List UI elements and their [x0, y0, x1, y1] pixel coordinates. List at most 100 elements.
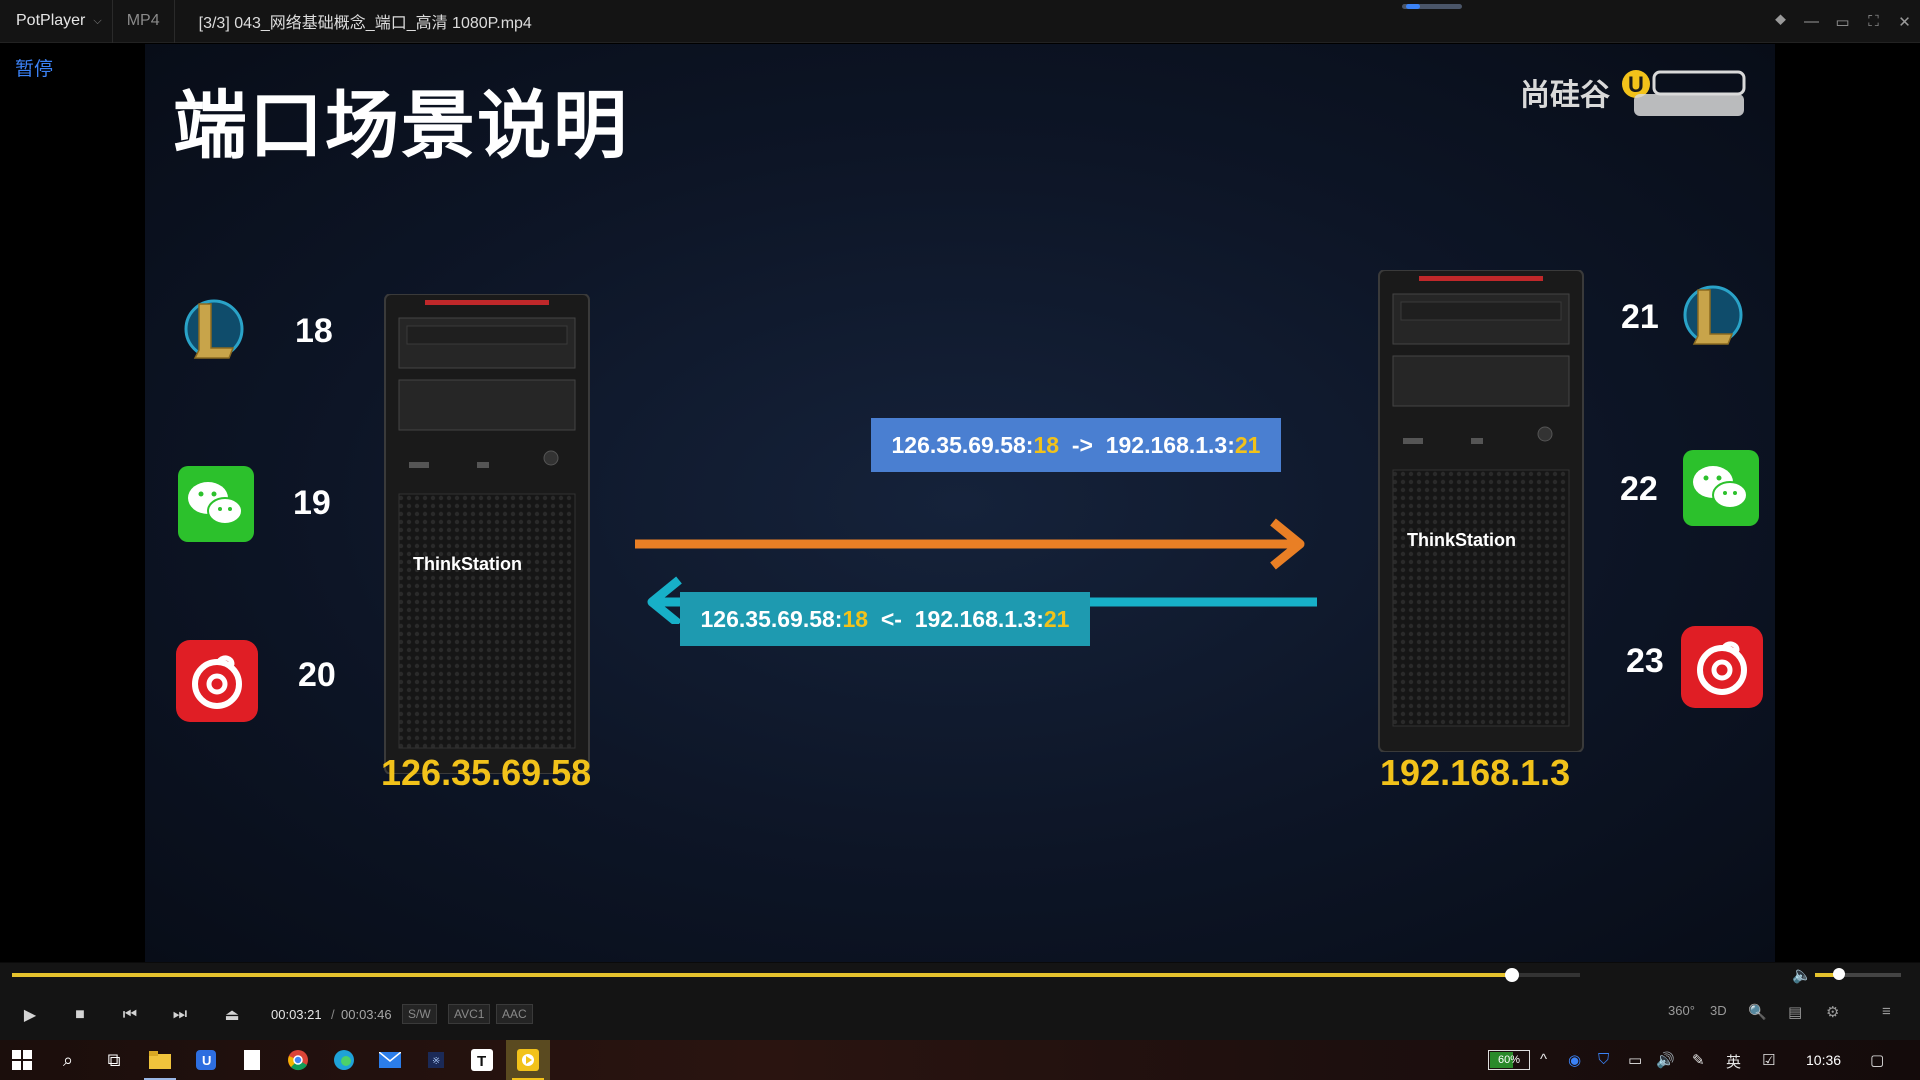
left-port-2: 19 [293, 484, 331, 522]
response-dst-port: 21 [1043, 605, 1070, 632]
minimize-icon[interactable]: — [1796, 13, 1827, 30]
format-label: MP4 [113, 0, 175, 43]
edge-icon[interactable] [322, 1040, 366, 1080]
pen-icon[interactable]: ✎ [1692, 1051, 1705, 1069]
3d-button[interactable]: 3D [1710, 1003, 1727, 1018]
menu-icon[interactable]: ≡ [1882, 1003, 1891, 1020]
pin-icon[interactable]: ⯁ [1765, 13, 1796, 30]
stop-icon[interactable]: ■ [66, 1003, 94, 1027]
ime-indicator[interactable]: 英 [1726, 1051, 1741, 1072]
volume-icon[interactable]: 🔈 [1792, 965, 1812, 985]
eject-icon[interactable]: ⏏ [218, 1003, 246, 1027]
typora-icon[interactable]: T [460, 1040, 504, 1080]
app-icon[interactable]: ※ [414, 1040, 458, 1080]
clock[interactable]: 10:36 [1806, 1052, 1841, 1068]
time-separator: / [331, 1007, 335, 1022]
battery-icon[interactable]: ▭ [1628, 1051, 1642, 1069]
time-current: 00:03:21 [271, 1007, 322, 1022]
netease-music-icon [176, 640, 258, 722]
vr-360-button[interactable]: 360° [1668, 1003, 1695, 1018]
taskbar: ⌕ ⧉ U ※ T 60% ^ ◉ ⛉ ▭ 🔊 ✎ 英 ☑ 10:36 ▢ [0, 1040, 1920, 1080]
right-port-2: 22 [1620, 470, 1658, 508]
response-src-ip: 126.35.69.58: [700, 605, 843, 632]
notepad-icon[interactable] [230, 1040, 274, 1080]
left-port-1: 18 [295, 312, 333, 350]
audio-codec-tag[interactable]: AAC [496, 1004, 533, 1024]
volume-slider[interactable] [1815, 968, 1901, 980]
pause-status: 暂停 [15, 58, 54, 80]
video-area[interactable]: 暂停 端口场景说明 尚硅谷 U 18 19 20 ThinkStation 12… [0, 44, 1920, 962]
playlist-icon[interactable]: ▤ [1788, 1003, 1802, 1021]
request-dst-ip: 192.168.1.3: [1105, 431, 1235, 458]
checkbox-icon[interactable]: ☑ [1762, 1051, 1775, 1069]
search-icon[interactable]: ⌕ [46, 1040, 90, 1080]
app-menu-button[interactable]: PotPlayer ⌵ [0, 0, 113, 43]
svg-text:U: U [1628, 72, 1644, 97]
league-icon [184, 299, 244, 359]
maximize-icon[interactable]: ▭ [1827, 13, 1858, 31]
request-src-port: 18 [1033, 431, 1060, 458]
brand-logo: 尚硅谷 U [1520, 64, 1754, 120]
seek-bar[interactable] [12, 968, 1580, 982]
title-bar: PotPlayer ⌵ MP4 [3/3] 043_网络基础概念_端口_高清 1… [0, 0, 1920, 43]
file-title: [3/3] 043_网络基础概念_端口_高清 1080P.mp4 [198, 15, 532, 32]
request-src-ip: 126.35.69.58: [891, 431, 1034, 458]
netease-music-icon [1681, 626, 1763, 708]
settings-icon[interactable]: ⚙ [1826, 1003, 1839, 1021]
shield-icon[interactable]: ⛉ [1598, 1051, 1609, 1068]
svg-text:※: ※ [432, 1056, 440, 1067]
response-dst-ip: 192.168.1.3: [914, 605, 1044, 632]
svg-text:U: U [202, 1053, 211, 1068]
response-arrow-text: <- [868, 605, 915, 632]
response-src-port: 18 [842, 605, 869, 632]
wechat-icon [178, 466, 254, 542]
chrome-icon[interactable] [276, 1040, 320, 1080]
request-message: 126.35.69.58: 18 -> 192.168.1.3: 21 [871, 418, 1281, 472]
brand-text: 尚硅谷 [1520, 78, 1610, 113]
svg-text:T: T [477, 1053, 486, 1070]
window-controls: ⯁ — ▭ ⛶ ✕ [1765, 0, 1920, 43]
file-explorer-icon[interactable] [138, 1040, 182, 1080]
left-computer-tower [384, 294, 590, 774]
app-name: PotPlayer [16, 12, 86, 29]
slide: 端口场景说明 尚硅谷 U 18 19 20 ThinkStation 126.3… [145, 44, 1775, 962]
task-view-icon[interactable]: ⧉ [92, 1040, 136, 1080]
chevron-up-icon[interactable]: ^ [1540, 1051, 1547, 1068]
battery-indicator[interactable]: 60% [1488, 1050, 1530, 1070]
response-message: 126.35.69.58: 18 <- 192.168.1.3: 21 [680, 592, 1090, 646]
league-icon [1683, 285, 1743, 345]
time-total: 00:03:46 [341, 1007, 392, 1022]
battery-percent: 60% [1497, 1054, 1521, 1066]
left-tower-label: ThinkStation [413, 554, 522, 574]
chevron-down-icon: ⌵ [93, 14, 102, 27]
volume-handle[interactable] [1833, 968, 1846, 980]
right-port-3: 23 [1626, 642, 1664, 680]
seek-handle[interactable] [1505, 968, 1520, 982]
speaker-icon[interactable]: 🔊 [1656, 1051, 1675, 1069]
potplayer-icon[interactable] [506, 1040, 550, 1080]
previous-icon[interactable]: ⏮ [116, 1003, 144, 1027]
windows-start-icon[interactable] [0, 1040, 44, 1080]
security-app-icon[interactable]: U [184, 1040, 228, 1080]
close-icon[interactable]: ✕ [1889, 13, 1920, 31]
left-host-ip: 126.35.69.58 [381, 752, 592, 793]
right-host-ip: 192.168.1.3 [1380, 752, 1571, 793]
right-port-1: 21 [1621, 298, 1659, 336]
play-icon[interactable]: ▶ [16, 1003, 44, 1027]
seek-progress [12, 973, 1513, 977]
decoder-tag[interactable]: S/W [402, 1004, 437, 1024]
fullscreen-icon[interactable]: ⛶ [1858, 13, 1889, 30]
request-arrow-text: -> [1059, 431, 1106, 458]
right-computer-tower [1378, 270, 1584, 752]
mail-icon[interactable] [368, 1040, 412, 1080]
request-dst-port: 21 [1234, 431, 1261, 458]
top-indicator [1402, 4, 1462, 9]
search-icon[interactable]: 🔍 [1748, 1003, 1767, 1021]
video-codec-tag[interactable]: AVC1 [448, 1004, 491, 1024]
wechat-icon [1683, 450, 1759, 526]
right-tower-label: ThinkStation [1407, 530, 1516, 550]
next-icon[interactable]: ⏭ [166, 1003, 194, 1027]
left-port-3: 20 [298, 656, 336, 694]
tray-app-icon[interactable]: ◉ [1568, 1051, 1581, 1069]
notification-icon[interactable]: ▢ [1870, 1051, 1884, 1069]
